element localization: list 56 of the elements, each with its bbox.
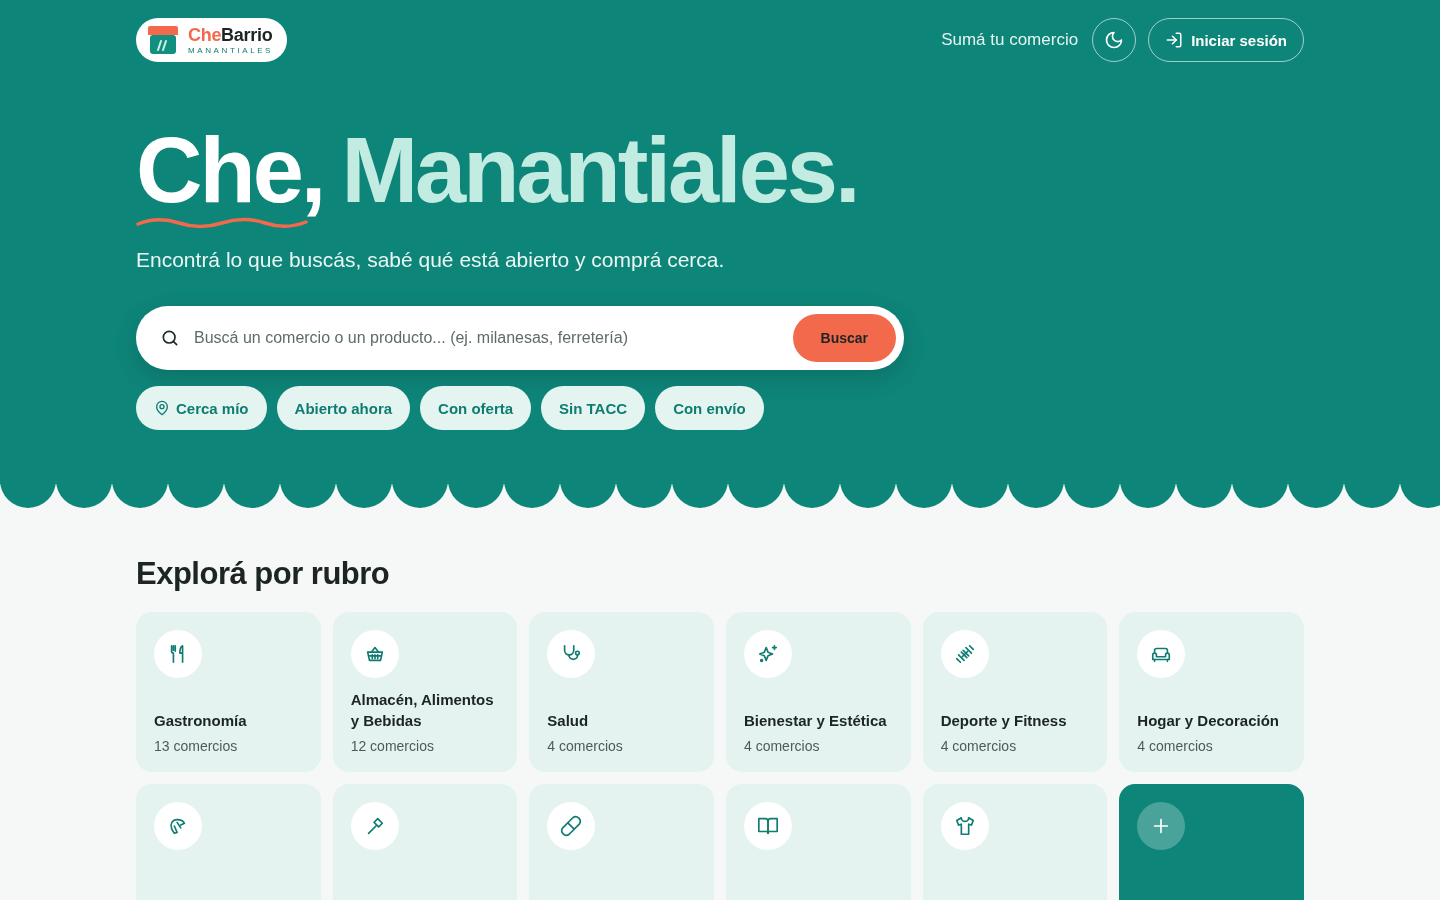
category-name: Salud xyxy=(547,711,590,732)
category-count: 13 comercios xyxy=(154,738,239,754)
storefront-icon xyxy=(146,25,180,55)
add-business-link[interactable]: Sumá tu comercio xyxy=(941,30,1079,50)
category-name: Hogar y Decoración xyxy=(1137,711,1281,732)
add-icon xyxy=(1137,802,1186,850)
category-card[interactable] xyxy=(922,784,1108,900)
category-icon xyxy=(350,802,399,850)
category-count: 12 comercios xyxy=(350,738,435,754)
category-icon xyxy=(547,630,596,678)
category-name: Bienestar y Estética xyxy=(744,711,888,732)
logo-name: CheBarrio xyxy=(188,25,274,44)
category-card[interactable] xyxy=(1119,784,1304,900)
hero-title-place: Manantiales. xyxy=(341,124,858,216)
hero-subtitle: Encontrá lo que buscás, sabé qué está abierto y comprá cerca. xyxy=(136,248,726,272)
search-icon xyxy=(160,328,180,348)
filter-chip[interactable]: Cerca mío xyxy=(136,386,267,430)
category-card[interactable]: Hogar y Decoración 4 comercios xyxy=(1119,612,1304,772)
category-card[interactable] xyxy=(136,784,321,900)
category-count: 4 comercios xyxy=(940,738,1018,754)
logo[interactable]: CheBarrio MANANTIALES xyxy=(136,18,288,62)
category-icon xyxy=(547,802,596,850)
category-name: Almacén, Alimentos y Bebidas xyxy=(350,689,495,732)
category-card[interactable]: Almacén, Alimentos y Bebidas 12 comercios xyxy=(332,612,518,772)
category-icon xyxy=(350,630,399,678)
logo-subtitle: MANANTIALES xyxy=(188,46,274,55)
category-icon xyxy=(940,630,989,678)
category-count: 4 comercios xyxy=(1137,738,1214,754)
category-icon xyxy=(1137,630,1186,678)
category-card[interactable]: Gastronomía 13 comercios xyxy=(136,612,321,772)
filter-chip[interactable]: Abierto ahora xyxy=(276,386,411,430)
moon-icon xyxy=(1104,30,1125,50)
category-icon xyxy=(154,630,202,678)
search-button[interactable]: Buscar xyxy=(792,314,896,362)
category-icon xyxy=(744,630,792,678)
hero-title: Che, xyxy=(136,124,324,216)
category-count: 4 comercios xyxy=(744,738,821,754)
category-icon xyxy=(744,802,792,850)
filter-chip[interactable]: Con envío xyxy=(655,386,764,430)
filter-chip[interactable]: Con oferta xyxy=(420,386,532,430)
category-card[interactable] xyxy=(529,784,714,900)
category-icon xyxy=(154,802,202,850)
section-title: Explorá por rubro xyxy=(136,556,391,592)
filter-chip[interactable]: Sin TACC xyxy=(541,386,646,430)
category-name: Gastronomía xyxy=(154,711,248,732)
category-name: Deporte y Fitness xyxy=(940,711,1068,732)
category-card[interactable]: Salud 4 comercios xyxy=(529,612,714,772)
category-card[interactable]: Deporte y Fitness 4 comercios xyxy=(922,612,1108,772)
category-icon xyxy=(940,802,989,850)
location-pin-icon xyxy=(154,400,170,416)
login-icon xyxy=(1165,31,1184,49)
category-count: 4 comercios xyxy=(547,738,624,754)
search-field[interactable]: Buscá un comercio o un producto... (ej. milanesas, ferretería) Buscar xyxy=(136,306,904,370)
category-card[interactable] xyxy=(726,784,911,900)
category-card[interactable]: Bienestar y Estética 4 comercios xyxy=(726,612,911,772)
category-card[interactable] xyxy=(332,784,518,900)
